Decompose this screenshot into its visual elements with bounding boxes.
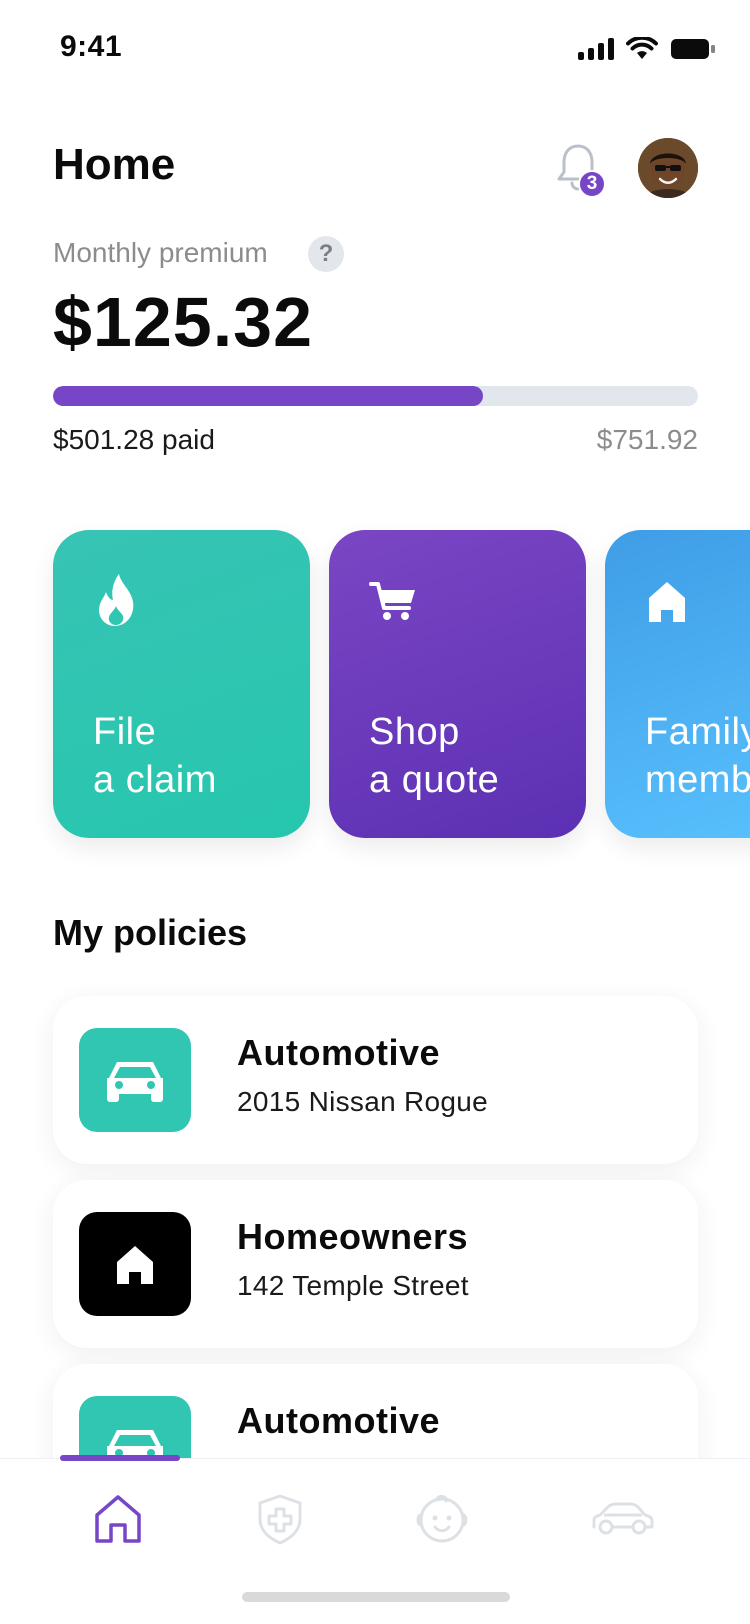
car-icon xyxy=(107,1062,163,1102)
wifi-icon xyxy=(626,37,658,59)
home-icon xyxy=(649,582,685,622)
monthly-premium-label: Monthly premium xyxy=(53,237,268,268)
card-line-1: Family xyxy=(645,711,750,753)
tab-health[interactable] xyxy=(250,1489,310,1549)
card-line-1: File xyxy=(93,711,157,753)
home-icon xyxy=(95,1495,141,1543)
policy-title: Automotive xyxy=(237,1032,440,1073)
family-members-card[interactable]: Family members xyxy=(605,530,750,838)
shop-quote-card[interactable]: Shop a quote xyxy=(329,530,586,838)
payment-progress-bar xyxy=(53,386,698,406)
policy-card[interactable]: Homeowners 142 Temple Street xyxy=(53,1180,698,1348)
active-tab-indicator xyxy=(60,1455,180,1461)
status-icons xyxy=(578,36,716,62)
policy-card[interactable]: Automotive 2015 Nissan Rogue xyxy=(53,996,698,1164)
policy-icon xyxy=(79,1028,191,1132)
file-claim-card[interactable]: File a claim xyxy=(53,530,310,838)
card-line-2: members xyxy=(645,759,750,801)
card-line-2: a claim xyxy=(93,759,217,801)
status-bar: 9:41 xyxy=(0,0,750,96)
battery-icon xyxy=(671,39,715,59)
baby-face-icon xyxy=(416,1494,468,1543)
page-title: Home xyxy=(53,140,176,189)
policies-section-title: My policies xyxy=(53,912,248,953)
shield-plus-icon xyxy=(258,1494,302,1545)
paid-amount: $501.28 paid xyxy=(53,424,215,455)
tab-auto[interactable] xyxy=(588,1489,658,1549)
status-time: 9:41 xyxy=(60,30,123,63)
car-icon xyxy=(592,1502,654,1535)
home-icon xyxy=(117,1246,153,1284)
help-icon[interactable]: ? xyxy=(308,236,344,272)
flame-icon xyxy=(99,574,134,626)
policy-title: Automotive xyxy=(237,1400,440,1441)
cart-icon xyxy=(369,582,415,620)
action-cards: File a claim Shop a quote Family memb xyxy=(53,530,750,838)
policy-icon xyxy=(79,1212,191,1316)
avatar-photo xyxy=(638,138,698,198)
home-indicator[interactable] xyxy=(242,1592,510,1602)
tab-home[interactable] xyxy=(88,1489,148,1549)
total-amount: $751.92 xyxy=(596,424,698,455)
policy-title: Homeowners xyxy=(237,1216,469,1257)
policy-subtitle: 2015 Nissan Rogue xyxy=(237,1086,489,1117)
notification-badge: 3 xyxy=(578,170,606,198)
premium-amount: $125.32 xyxy=(53,283,314,361)
payment-progress-fill xyxy=(53,386,484,406)
card-line-1: Shop xyxy=(369,711,460,753)
avatar[interactable] xyxy=(638,138,698,198)
home-screen: 9:41 Home 3 Monthly premium ? $125.32 $5… xyxy=(0,0,750,1624)
cellular-signal-icon xyxy=(578,38,614,60)
card-line-2: a quote xyxy=(369,759,500,801)
tab-family[interactable] xyxy=(412,1489,472,1549)
policy-subtitle: 142 Temple Street xyxy=(237,1270,469,1301)
